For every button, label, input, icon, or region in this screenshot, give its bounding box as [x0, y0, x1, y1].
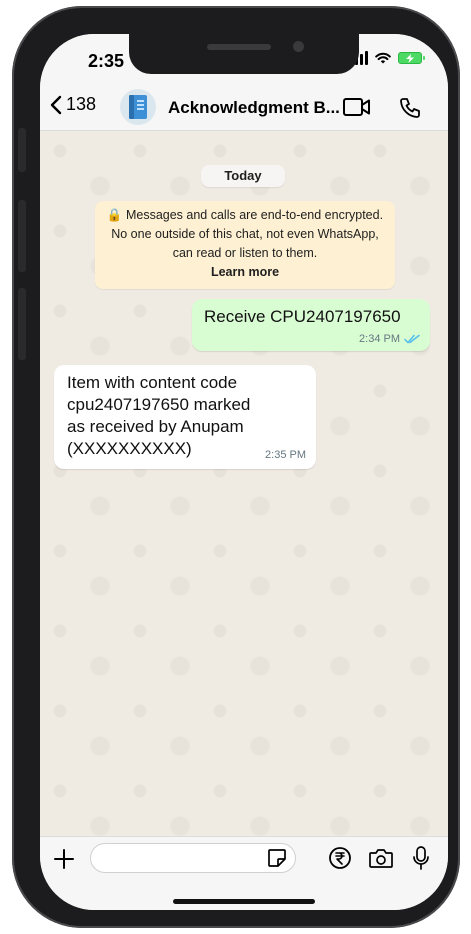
camera-icon[interactable] — [368, 847, 394, 869]
contact-avatar[interactable] — [120, 89, 156, 125]
date-separator: Today — [201, 165, 285, 187]
back-button[interactable]: 138 — [50, 94, 96, 115]
plus-icon[interactable] — [52, 847, 76, 871]
learn-more-link[interactable]: Learn more — [101, 263, 389, 282]
wifi-icon — [375, 52, 391, 64]
outgoing-message[interactable]: Receive CPU2407197650 2:34 PM — [192, 299, 430, 351]
status-time: 2:35 — [88, 51, 125, 71]
message-meta: 2:34 PM — [359, 333, 420, 345]
volume-up-button — [18, 200, 26, 272]
composer-bar — [40, 836, 448, 910]
read-ticks-icon — [404, 334, 420, 344]
status-icons — [350, 51, 425, 65]
phone-screen: 2:35 138 Acknowledgment B... Today 🔒 Mes… — [40, 34, 448, 910]
video-call-icon[interactable] — [342, 96, 372, 118]
encryption-notice[interactable]: 🔒 Messages and calls are end-to-end encr… — [95, 201, 395, 289]
unread-count: 138 — [66, 94, 97, 114]
home-indicator[interactable] — [173, 899, 315, 904]
notebook-icon — [129, 95, 147, 119]
sticker-icon[interactable] — [266, 847, 288, 869]
chat-header: 138 Acknowledgment B... — [40, 86, 448, 131]
incoming-message[interactable]: Item with content code cpu2407197650 mar… — [54, 365, 316, 469]
message-text: Item with content code cpu2407197650 mar… — [67, 373, 251, 458]
dynamic-notch — [129, 34, 359, 74]
chat-title[interactable]: Acknowledgment B... — [168, 98, 340, 118]
phone-icon[interactable] — [398, 96, 422, 120]
speaker-grille — [207, 44, 271, 50]
volume-down-button — [18, 288, 26, 360]
message-text: Receive CPU2407197650 — [204, 307, 401, 326]
front-camera — [293, 41, 304, 52]
battery-charging-icon — [398, 52, 425, 64]
message-time: 2:34 PM — [359, 333, 400, 345]
microphone-icon[interactable] — [412, 845, 430, 871]
chat-area[interactable]: Today 🔒 Messages and calls are end-to-en… — [40, 131, 448, 836]
encryption-notice-text: 🔒 Messages and calls are end-to-end encr… — [106, 208, 384, 260]
message-time: 2:35 PM — [265, 449, 306, 461]
chevron-left-icon — [50, 95, 62, 114]
rupee-icon[interactable] — [328, 846, 352, 870]
mute-switch — [18, 128, 26, 172]
